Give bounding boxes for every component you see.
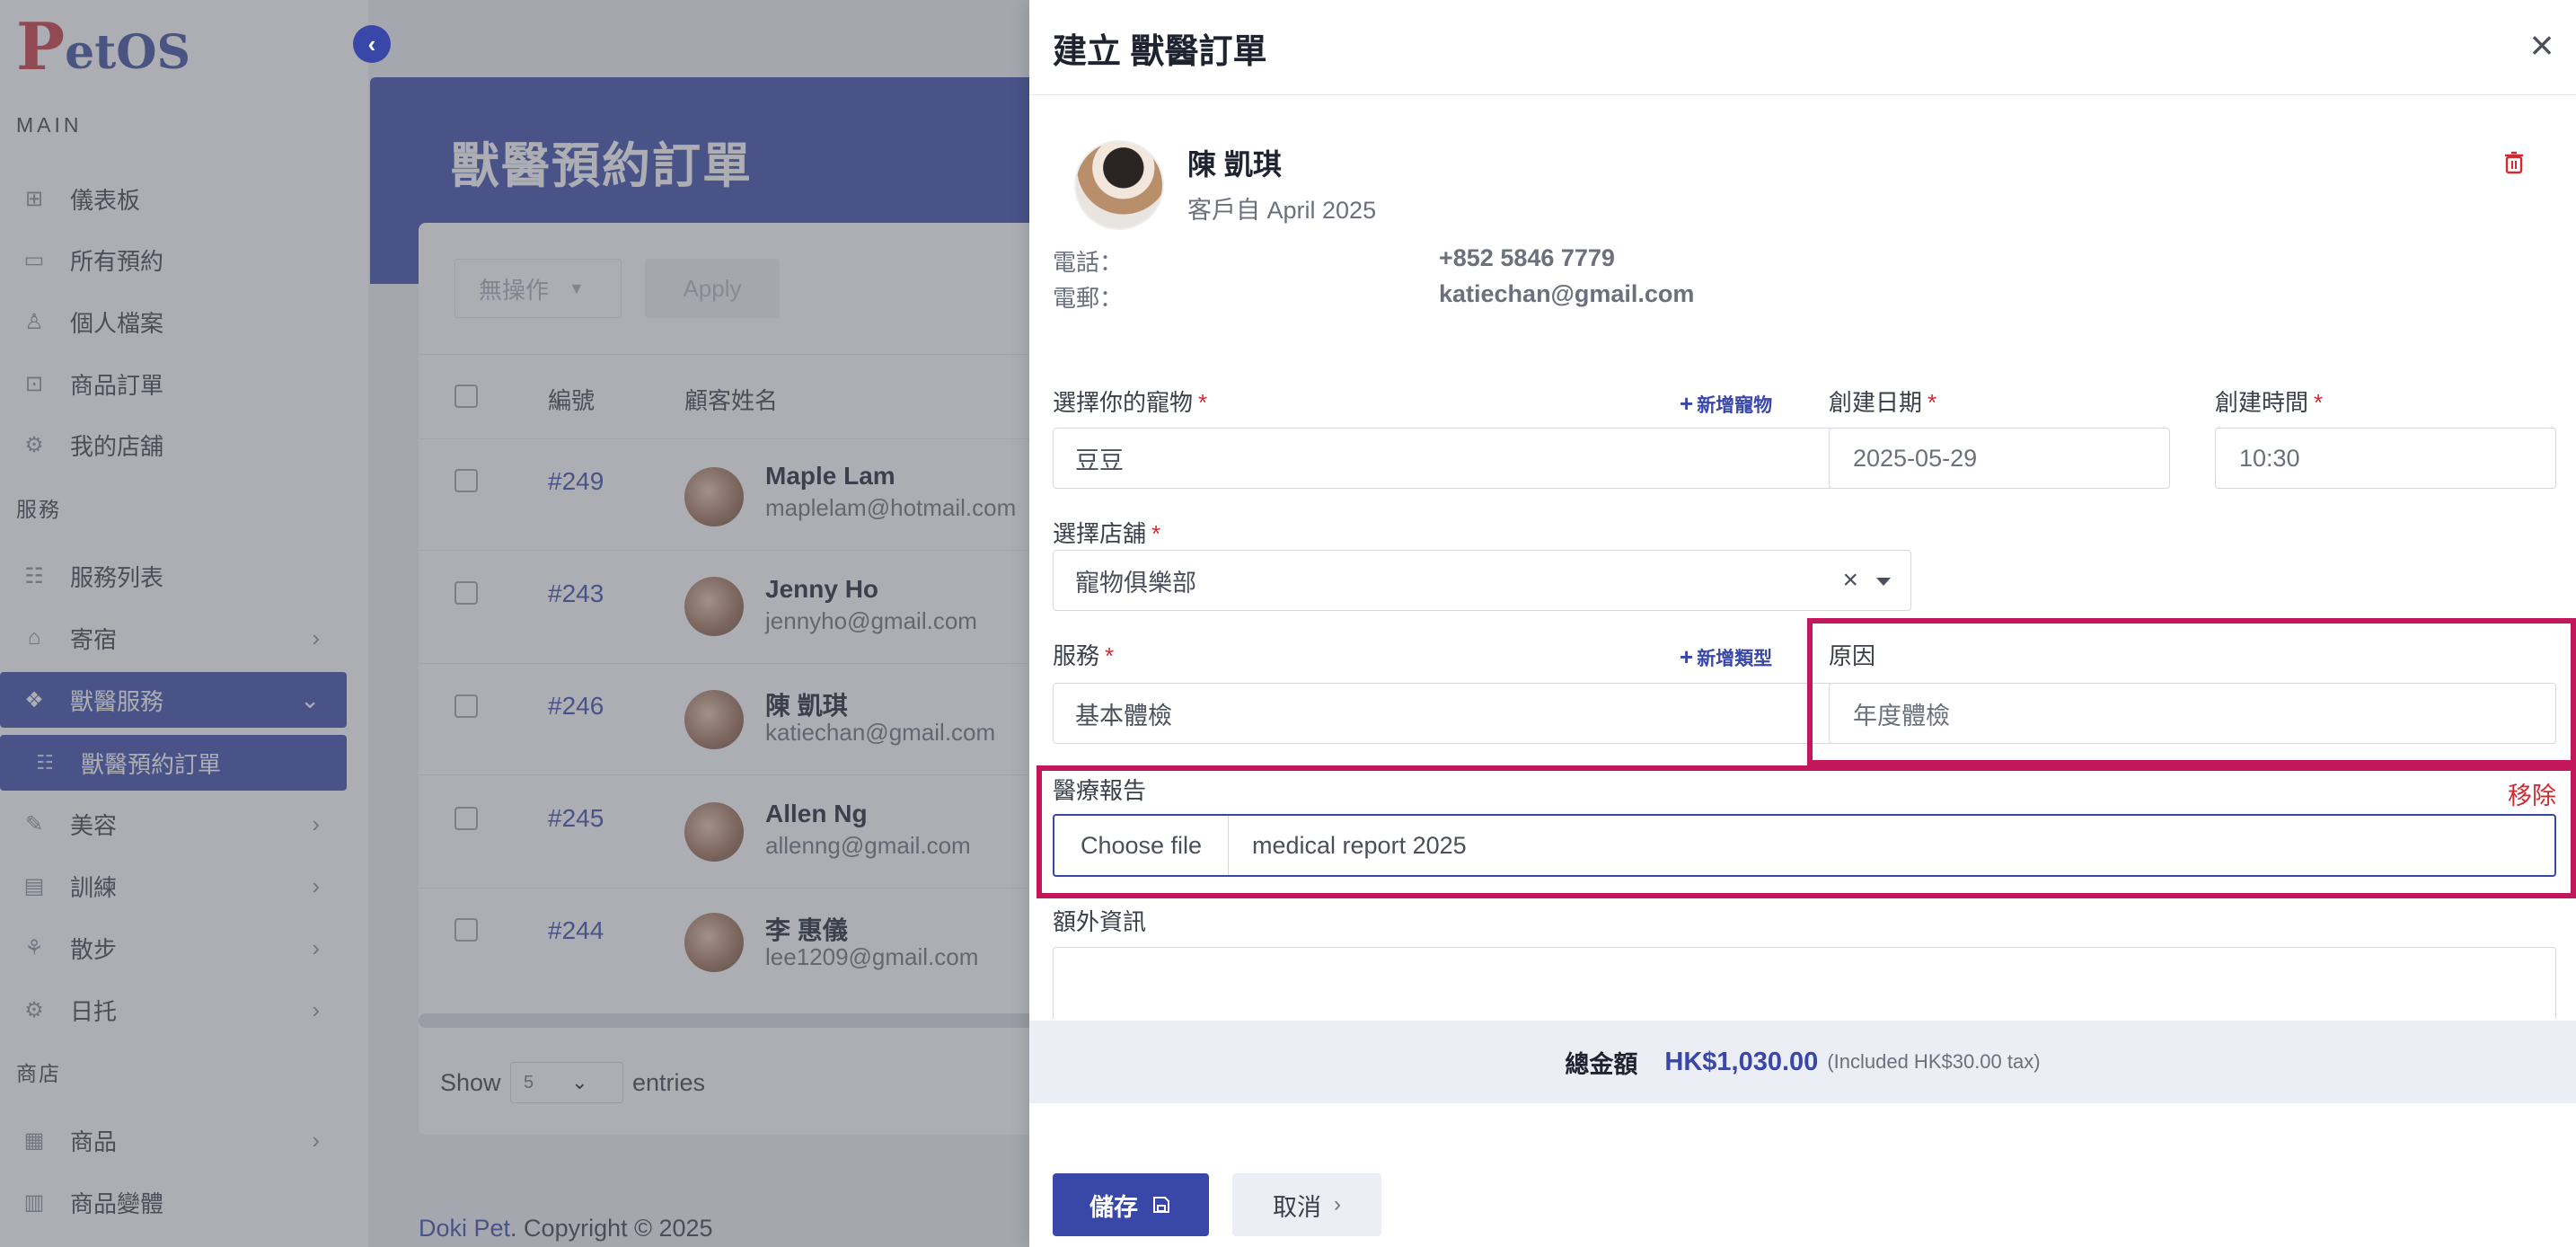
medical-report-label: 醫療報告 — [1053, 777, 1147, 804]
store-field-label: 選擇店舖 * — [1053, 516, 1160, 549]
add-pet-label: 新增寵物 — [1697, 395, 1773, 416]
modal-backdrop[interactable] — [0, 0, 1029, 1247]
date-input[interactable]: 2025-05-29 — [1829, 428, 2170, 489]
phone-value: +852 5846 7779 — [1439, 244, 1615, 271]
store-select[interactable]: 寵物俱樂部 × — [1053, 550, 1911, 611]
medical-report-file-input[interactable]: Choose file medical report 2025 — [1053, 814, 2556, 877]
plus-icon: + — [1680, 390, 1694, 417]
service-label-text: 服務 — [1053, 642, 1100, 669]
customer-name: 陳 凱琪 — [1187, 148, 1282, 181]
extra-info-textarea[interactable] — [1053, 947, 2556, 1019]
total-amount: HK$1,030.00 — [1664, 1047, 1819, 1076]
plus-icon: + — [1680, 643, 1694, 670]
collapse-sidebar-button[interactable]: ‹ — [353, 25, 391, 63]
total-summary-bar: 總金額 HK$1,030.00 (Included HK$30.00 tax) — [1029, 1021, 2576, 1103]
required-mark: * — [2314, 389, 2324, 416]
cancel-button[interactable]: 取消 › — [1232, 1173, 1381, 1236]
service-select[interactable]: 基本體檢 × — [1053, 683, 1911, 744]
avatar — [1074, 140, 1164, 230]
required-mark: * — [1151, 520, 1161, 547]
save-button-label: 儲存 — [1090, 1193, 1138, 1221]
selected-file-name: medical report 2025 — [1252, 831, 1467, 859]
add-type-label: 新增類型 — [1697, 649, 1773, 669]
required-mark: * — [1928, 389, 1937, 416]
chevron-left-icon: ‹ — [367, 30, 376, 57]
create-vet-order-drawer: 建立 獸醫訂單 × 陳 凱琪 客戶自 April 2025 電話： +852 5… — [1029, 0, 2576, 1247]
pet-select[interactable]: 豆豆 × — [1053, 428, 1911, 489]
total-tax-note: (Included HK$30.00 tax) — [1827, 1050, 2041, 1073]
clear-icon[interactable]: × — [1842, 565, 1858, 596]
service-select-value: 基本體檢 — [1075, 702, 1172, 730]
service-field-label: 服務 * — [1053, 638, 1114, 671]
close-icon[interactable]: × — [2522, 24, 2562, 66]
pet-label-text: 選擇你的寵物 — [1053, 389, 1194, 416]
caret-down-icon — [1876, 578, 1891, 586]
phone-label: 電話： — [1053, 249, 1124, 276]
add-pet-link[interactable]: + 新增寵物 — [1680, 390, 1772, 418]
remove-file-link[interactable]: 移除 — [2508, 776, 2556, 811]
add-type-link[interactable]: + 新增類型 — [1680, 643, 1772, 671]
total-label: 總金額 — [1565, 1050, 1638, 1078]
extra-info-label: 額外資訊 — [1053, 908, 1147, 935]
pet-field-label: 選擇你的寵物 * — [1053, 385, 1207, 418]
email-label: 電郵： — [1053, 285, 1124, 312]
date-field-label: 創建日期 * — [1829, 385, 1936, 418]
date-label-text: 創建日期 — [1829, 389, 1923, 416]
email-value: katiechan@gmail.com — [1439, 280, 1695, 307]
store-label-text: 選擇店舖 — [1053, 520, 1147, 547]
required-mark: * — [1198, 389, 1208, 416]
customer-since: 客戶自 April 2025 — [1187, 197, 1377, 224]
chevron-right-icon: › — [1334, 1192, 1341, 1216]
trash-icon[interactable] — [2504, 151, 2524, 174]
choose-file-button[interactable]: Choose file — [1054, 816, 1229, 875]
drawer-header: 建立 獸醫訂單 × — [1029, 0, 2576, 95]
drawer-title: 建立 獸醫訂單 — [1053, 33, 1267, 71]
required-mark: * — [1105, 642, 1115, 669]
time-input[interactable]: 10:30 — [2215, 428, 2556, 489]
time-label-text: 創建時間 — [2215, 389, 2309, 416]
reason-field-label: 原因 — [1829, 642, 1876, 669]
save-button[interactable]: 儲存 — [1053, 1173, 1209, 1236]
pet-select-value: 豆豆 — [1075, 447, 1124, 474]
store-select-value: 寵物俱樂部 — [1075, 569, 1196, 597]
reason-input[interactable]: 年度體檢 — [1829, 683, 2556, 744]
save-icon — [1153, 1197, 1169, 1213]
cancel-button-label: 取消 — [1273, 1193, 1321, 1221]
time-field-label: 創建時間 * — [2215, 385, 2323, 418]
